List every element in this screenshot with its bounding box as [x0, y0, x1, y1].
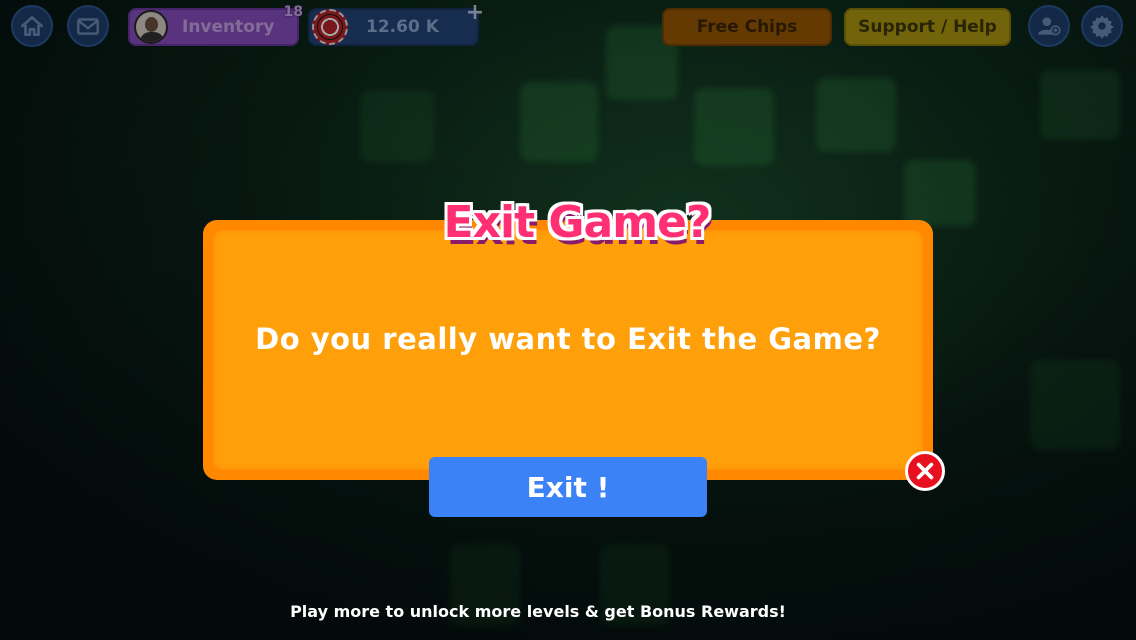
- dialog-title-text: Exit Game?: [443, 196, 712, 248]
- dialog-message: Do you really want to Exit the Game?: [255, 322, 881, 356]
- close-button[interactable]: [905, 451, 945, 491]
- close-icon: [916, 462, 934, 480]
- footer-hint: Play more to unlock more levels & get Bo…: [290, 602, 786, 621]
- dialog-title: Exit Game?: [440, 190, 714, 254]
- exit-button[interactable]: Exit !: [429, 457, 707, 517]
